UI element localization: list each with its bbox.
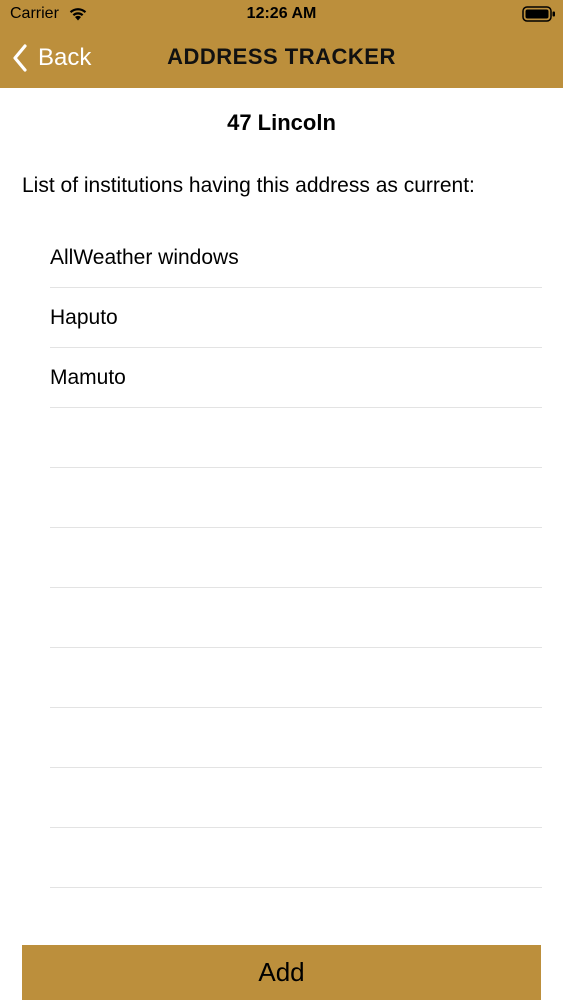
address-title: 47 Lincoln <box>227 110 336 135</box>
list-item[interactable]: Haputo <box>50 288 542 348</box>
list-item-empty <box>50 528 542 588</box>
list-item[interactable]: AllWeather windows <box>50 228 542 288</box>
list-item-empty <box>50 708 542 768</box>
institution-list: AllWeather windows Haputo Mamuto <box>50 228 542 888</box>
nav-bar: Back ADDRESS TRACKER <box>0 30 563 88</box>
list-item-empty <box>50 468 542 528</box>
header: Carrier 12:26 AM Back ADDRESS TRACKER <box>0 0 563 88</box>
list-item-empty <box>50 588 542 648</box>
add-button[interactable]: Add <box>22 945 541 1000</box>
list-item[interactable]: Mamuto <box>50 348 542 408</box>
list-item-empty <box>50 768 542 828</box>
battery-icon <box>522 6 555 22</box>
nav-title: ADDRESS TRACKER <box>167 44 396 69</box>
institutions-caption: List of institutions having this address… <box>22 174 475 197</box>
status-bar: Carrier 12:26 AM <box>0 0 563 30</box>
screen: Carrier 12:26 AM Back ADDRESS TRACKER 47… <box>0 0 563 1000</box>
status-time: 12:26 AM <box>246 5 317 22</box>
list-item-empty <box>50 408 542 468</box>
list-item-empty <box>50 648 542 708</box>
list-item-empty <box>50 828 542 888</box>
